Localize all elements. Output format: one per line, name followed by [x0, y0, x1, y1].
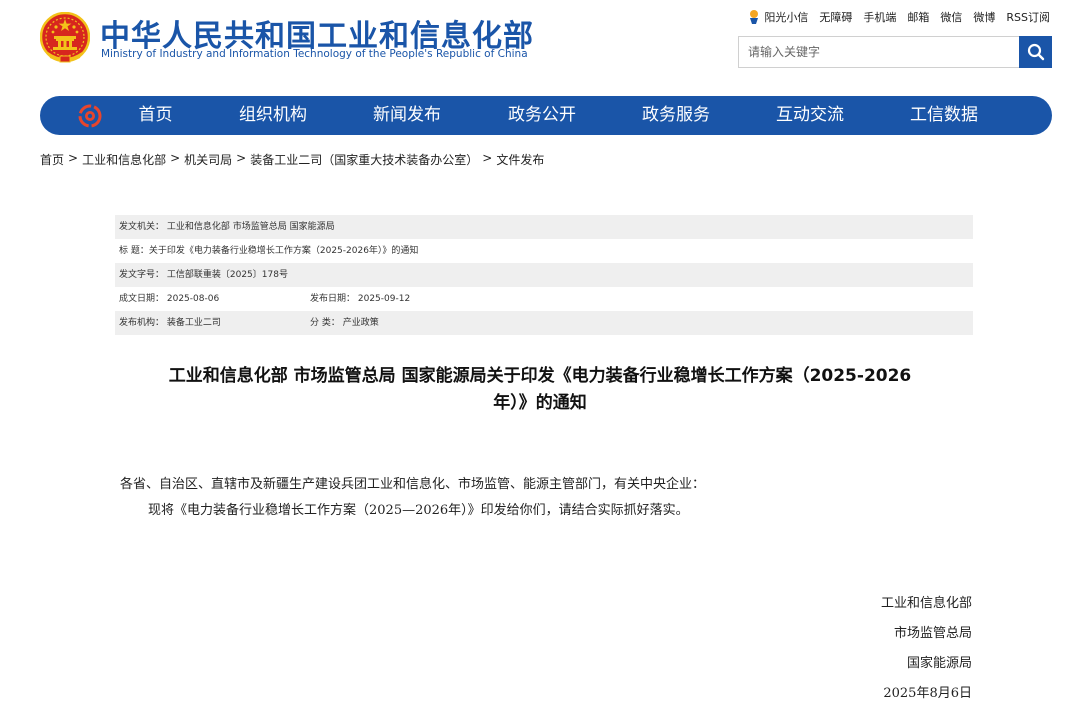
meta-issuing-dept: 发布机构： 装备工业二司 — [119, 318, 221, 328]
body-paragraph-notice: 现将《电力装备行业稳增长工作方案（2025—2026年）》印发给你们，请结合实际… — [148, 503, 689, 518]
document-title-line: 工业和信息化部 市场监管总局 国家能源局关于印发《电力装备行业稳增长工作方案（2… — [168, 366, 912, 386]
nav-item-open-affairs[interactable]: 政务公开 — [506, 96, 578, 135]
sun-icon — [750, 10, 759, 24]
search-box — [738, 36, 1052, 68]
search-icon — [1027, 43, 1044, 61]
breadcrumb-separator: > — [482, 151, 493, 165]
meta-row-issuer: 发文机关： 工业和信息化部 市场监管总局 国家能源局 — [115, 215, 973, 239]
meta-date-published: 发布日期： 2025-09-12 — [310, 294, 411, 304]
main-nav: 首页 组织机构 新闻发布 政务公开 政务服务 互动交流 工信数据 — [40, 96, 1052, 135]
meta-date-written: 成文日期： 2025-08-06 — [119, 294, 220, 304]
miit-logo-icon[interactable] — [78, 104, 102, 128]
top-link-sunshine[interactable]: 阳光小信 — [747, 9, 808, 25]
signature-block: 工业和信息化部 市场监管总局 国家能源局 2025年8月6日 — [881, 589, 972, 705]
breadcrumb-home[interactable]: 首页 — [40, 151, 64, 168]
top-link-mobile[interactable]: 手机端 — [863, 9, 896, 25]
meta-row-dates: 成文日期： 2025-08-06 发布日期： 2025-09-12 — [115, 287, 973, 311]
national-emblem-icon[interactable] — [40, 12, 90, 64]
meta-issuer: 发文机关： 工业和信息化部 市场监管总局 国家能源局 — [119, 222, 335, 232]
breadcrumb-current[interactable]: 文件发布 — [496, 151, 544, 168]
breadcrumb-departments[interactable]: 机关司局 — [184, 151, 232, 168]
breadcrumb-department[interactable]: 装备工业二司（国家重大技术装备办公室） — [250, 151, 478, 168]
top-link-label: 阳光小信 — [764, 11, 809, 24]
search-input[interactable] — [739, 37, 1019, 67]
meta-row-doc-number: 发文字号： 工信部联重装〔2025〕178号 — [115, 263, 973, 287]
breadcrumb-separator: > — [68, 151, 79, 165]
top-link-wechat[interactable]: 微信 — [940, 9, 962, 25]
breadcrumb-separator: > — [170, 151, 181, 165]
site-subtitle: Ministry of Industry and Information Tec… — [101, 48, 528, 60]
nav-item-news[interactable]: 新闻发布 — [371, 96, 443, 135]
search-button[interactable] — [1019, 36, 1052, 68]
nav-item-interaction[interactable]: 互动交流 — [774, 96, 846, 135]
top-links: 阳光小信 无障碍 手机端 邮箱 微信 微博 RSS订阅 — [747, 9, 1050, 25]
breadcrumb-separator: > — [236, 151, 247, 165]
signer: 市场监管总局 — [893, 626, 972, 641]
meta-row-title: 标 题：关于印发《电力装备行业稳增长工作方案（2025-2026年）》的通知 — [115, 239, 973, 263]
nav-item-services[interactable]: 政务服务 — [640, 96, 712, 135]
document-title: 工业和信息化部 市场监管总局 国家能源局关于印发《电力装备行业稳增长工作方案（2… — [120, 363, 960, 417]
nav-item-data[interactable]: 工信数据 — [908, 96, 980, 135]
document-body: 各省、自治区、直辖市及新疆生产建设兵团工业和信息化、市场监管、能源主管部门，有关… — [120, 472, 970, 524]
breadcrumb: 首页 > 工业和信息化部 > 机关司局 > 装备工业二司（国家重大技术装备办公室… — [40, 151, 544, 168]
site-header: 中华人民共和国工业和信息化部 Ministry of Industry and … — [0, 0, 1080, 90]
meta-title: 标 题：关于印发《电力装备行业稳增长工作方案（2025-2026年）》的通知 — [119, 246, 419, 256]
top-link-mail[interactable]: 邮箱 — [907, 9, 929, 25]
nav-item-organization[interactable]: 组织机构 — [237, 96, 309, 135]
meta-row-dept: 发布机构： 装备工业二司 分 类： 产业政策 — [115, 311, 973, 335]
sign-date: 2025年8月6日 — [883, 686, 972, 701]
document-title-line: 年）》的通知 — [493, 393, 587, 413]
body-paragraph-recipients: 各省、自治区、直辖市及新疆生产建设兵团工业和信息化、市场监管、能源主管部门，有关… — [120, 477, 706, 492]
top-link-rss[interactable]: RSS订阅 — [1006, 9, 1050, 25]
document-metadata: 发文机关： 工业和信息化部 市场监管总局 国家能源局 标 题：关于印发《电力装备… — [115, 215, 973, 335]
meta-doc-number: 发文字号： 工信部联重装〔2025〕178号 — [119, 270, 288, 280]
nav-item-home[interactable]: 首页 — [137, 96, 174, 135]
signer: 工业和信息化部 — [880, 596, 972, 611]
top-link-weibo[interactable]: 微博 — [973, 9, 995, 25]
meta-category: 分 类： 产业政策 — [310, 318, 379, 328]
top-link-accessibility[interactable]: 无障碍 — [819, 9, 852, 25]
signer: 国家能源局 — [906, 656, 972, 671]
breadcrumb-ministry[interactable]: 工业和信息化部 — [82, 151, 166, 168]
